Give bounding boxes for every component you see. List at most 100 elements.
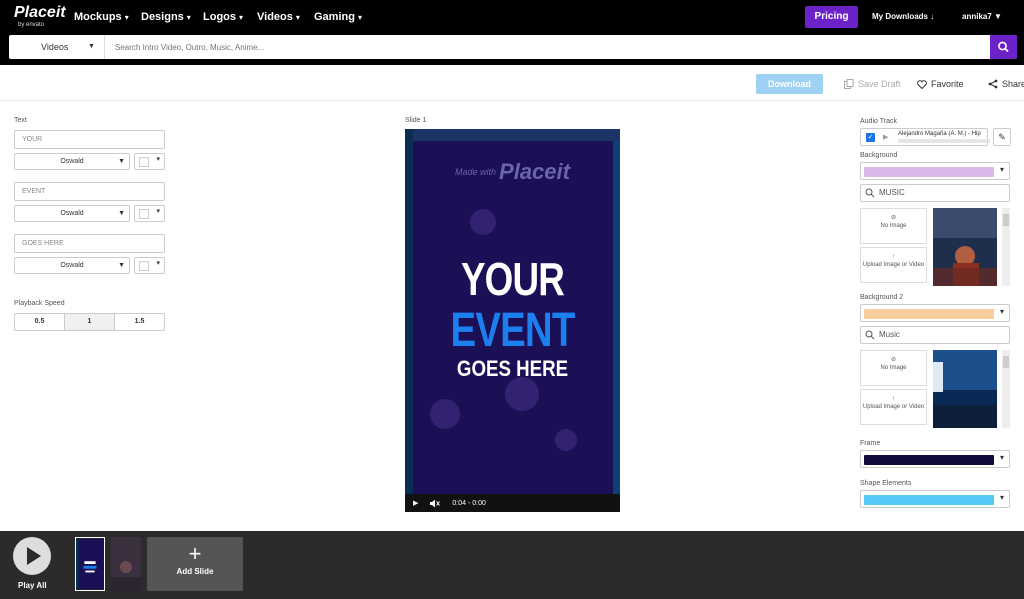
- frame-color-bar: [864, 455, 994, 465]
- font-select[interactable]: Oswald ▼: [14, 205, 130, 222]
- font-label: Oswald: [60, 210, 84, 217]
- upload-icon: ↑: [892, 254, 895, 260]
- play-icon: [27, 547, 41, 565]
- play-all-label: Play All: [18, 581, 47, 590]
- font-label: Oswald: [60, 262, 84, 269]
- audio-checkbox[interactable]: ✓: [866, 133, 875, 142]
- share-label: Share: [1002, 79, 1024, 89]
- background-label: Background: [860, 152, 898, 159]
- crowd-thumbnail[interactable]: [933, 350, 997, 428]
- chevron-down-icon: ▾: [999, 165, 1004, 174]
- background-search-input[interactable]: MUSIC: [860, 184, 1010, 202]
- play-icon[interactable]: ▶: [413, 499, 418, 507]
- audio-waveform: [898, 139, 990, 143]
- image-option-buttons: ⊘ No Image ↑ Upload Image or Video: [860, 350, 927, 428]
- edit-audio-button[interactable]: ✎: [993, 128, 1011, 146]
- background-2-search-input[interactable]: Music: [860, 326, 1010, 344]
- speed-option-1[interactable]: 1: [65, 314, 115, 330]
- scrollbar-thumb[interactable]: [1003, 214, 1009, 226]
- upload-icon: ↑: [892, 396, 895, 402]
- upload-option[interactable]: ↑ Upload Image or Video: [860, 247, 927, 283]
- scrollbar-thumb[interactable]: [1003, 356, 1009, 368]
- category-select[interactable]: Videos ▼: [9, 35, 105, 59]
- no-image-option[interactable]: ⊘ No Image: [860, 350, 927, 386]
- shape-elements-label: Shape Elements: [860, 480, 912, 487]
- text-color-select[interactable]: ▾: [134, 257, 165, 274]
- search-value: MUSIC: [879, 188, 905, 197]
- background-2-color-select[interactable]: ▾: [860, 304, 1010, 322]
- pencil-icon: ✎: [998, 132, 1006, 142]
- frame-color-select[interactable]: ▾: [860, 450, 1010, 468]
- slide-timeline-bar: Play All + Add Slide: [0, 531, 1024, 599]
- audio-track-label: Audio Track: [860, 118, 897, 125]
- caret-down-icon: ▼: [994, 12, 1002, 21]
- text-field-event[interactable]: EVENT: [14, 182, 165, 201]
- font-select[interactable]: Oswald ▼: [14, 257, 130, 274]
- search-button[interactable]: [990, 35, 1017, 59]
- chevron-down-icon: ▾: [999, 493, 1004, 502]
- font-label: Oswald: [60, 158, 84, 165]
- font-row: Oswald ▼ ▾: [14, 153, 166, 170]
- search-input[interactable]: [115, 35, 995, 59]
- play-icon[interactable]: ▶: [883, 133, 888, 141]
- chevron-down-icon: ▼: [118, 158, 125, 165]
- favorite-button[interactable]: Favorite: [917, 79, 964, 89]
- save-draft-label: Save Draft: [858, 79, 901, 89]
- background-2-image-options: ⊘ No Image ↑ Upload Image or Video: [860, 350, 1010, 428]
- watermark-small: Made with: [455, 166, 497, 177]
- concert-thumbnail[interactable]: [933, 208, 997, 286]
- preview-top-edge: [405, 129, 620, 141]
- add-slide-button[interactable]: + Add Slide: [147, 537, 243, 591]
- text-section-label: Text: [14, 117, 27, 124]
- text-color-select[interactable]: ▾: [134, 153, 165, 170]
- preview-left-edge: [405, 129, 413, 512]
- nav-mockups[interactable]: Mockups ▾: [74, 11, 129, 23]
- scrollbar[interactable]: [1002, 350, 1010, 428]
- background-color-select[interactable]: ▾: [860, 162, 1010, 180]
- category-label: Videos: [41, 42, 69, 52]
- video-time: 0:04 - 0:00: [452, 499, 486, 507]
- text-color-select[interactable]: ▾: [134, 205, 165, 222]
- slide-1-thumbnail[interactable]: [75, 537, 105, 591]
- chevron-down-icon: ▾: [999, 307, 1004, 316]
- text-field-goes-here[interactable]: GOES HERE: [14, 234, 165, 253]
- video-controls: ▶ 0:04 - 0:00: [405, 494, 620, 512]
- nav-designs[interactable]: Designs ▾: [141, 11, 191, 23]
- mute-icon[interactable]: [430, 499, 441, 508]
- chevron-down-icon: ▾: [295, 13, 300, 22]
- audio-track-select[interactable]: ✓ ▶ Alejandro Magaña (A. M.) - Hip ✎: [860, 128, 1011, 146]
- speed-option-0-5[interactable]: 0.5: [15, 314, 65, 330]
- audio-track-title: Alejandro Magaña (A. M.) - Hip: [898, 131, 981, 137]
- chevron-down-icon: ▾: [156, 260, 160, 267]
- nav-logos[interactable]: Logos ▾: [203, 11, 243, 23]
- nav-gaming[interactable]: Gaming ▾: [314, 11, 362, 23]
- user-menu[interactable]: annika7 ▼: [962, 12, 1002, 21]
- video-preview[interactable]: Made with Placeit YOUR EVENT GOES HERE ▶ …: [405, 129, 620, 512]
- settings-panel: Audio Track ✓ ▶ Alejandro Magaña (A. M.)…: [860, 118, 1011, 508]
- add-slide-label: Add Slide: [176, 567, 214, 576]
- play-all-button[interactable]: [13, 537, 51, 575]
- shape-elements-color-select[interactable]: ▾: [860, 490, 1010, 508]
- speed-option-1-5[interactable]: 1.5: [115, 314, 164, 330]
- no-image-option[interactable]: ⊘ No Image: [860, 208, 927, 244]
- bokeh-light: [430, 399, 460, 429]
- pricing-button[interactable]: Pricing: [805, 6, 858, 28]
- my-downloads-link[interactable]: My Downloads ↓: [872, 12, 934, 21]
- scrollbar[interactable]: [1002, 208, 1010, 286]
- placeit-logo[interactable]: Placeit by envato: [14, 5, 66, 29]
- save-draft-button[interactable]: Save Draft: [844, 79, 901, 89]
- placeit-watermark: Made with Placeit: [455, 159, 570, 185]
- nav-videos[interactable]: Videos ▾: [257, 11, 300, 23]
- font-select[interactable]: Oswald ▼: [14, 153, 130, 170]
- text-editor-panel: Text YOUR Oswald ▼ ▾ EVENT Oswald ▼ ▾ GOES…: [14, 117, 166, 331]
- text-field-your[interactable]: YOUR: [14, 130, 165, 149]
- slide-2-thumbnail[interactable]: [111, 537, 141, 591]
- preview-line-your: YOUR: [460, 253, 565, 305]
- color-swatch: [139, 209, 149, 219]
- playback-speed-selector: 0.5 1 1.5: [14, 313, 165, 331]
- download-button[interactable]: Download: [756, 74, 823, 94]
- preview-line-event: EVENT: [450, 304, 575, 357]
- share-button[interactable]: Share: [988, 79, 1024, 89]
- frame-label: Frame: [860, 440, 881, 447]
- upload-option[interactable]: ↑ Upload Image or Video: [860, 389, 927, 425]
